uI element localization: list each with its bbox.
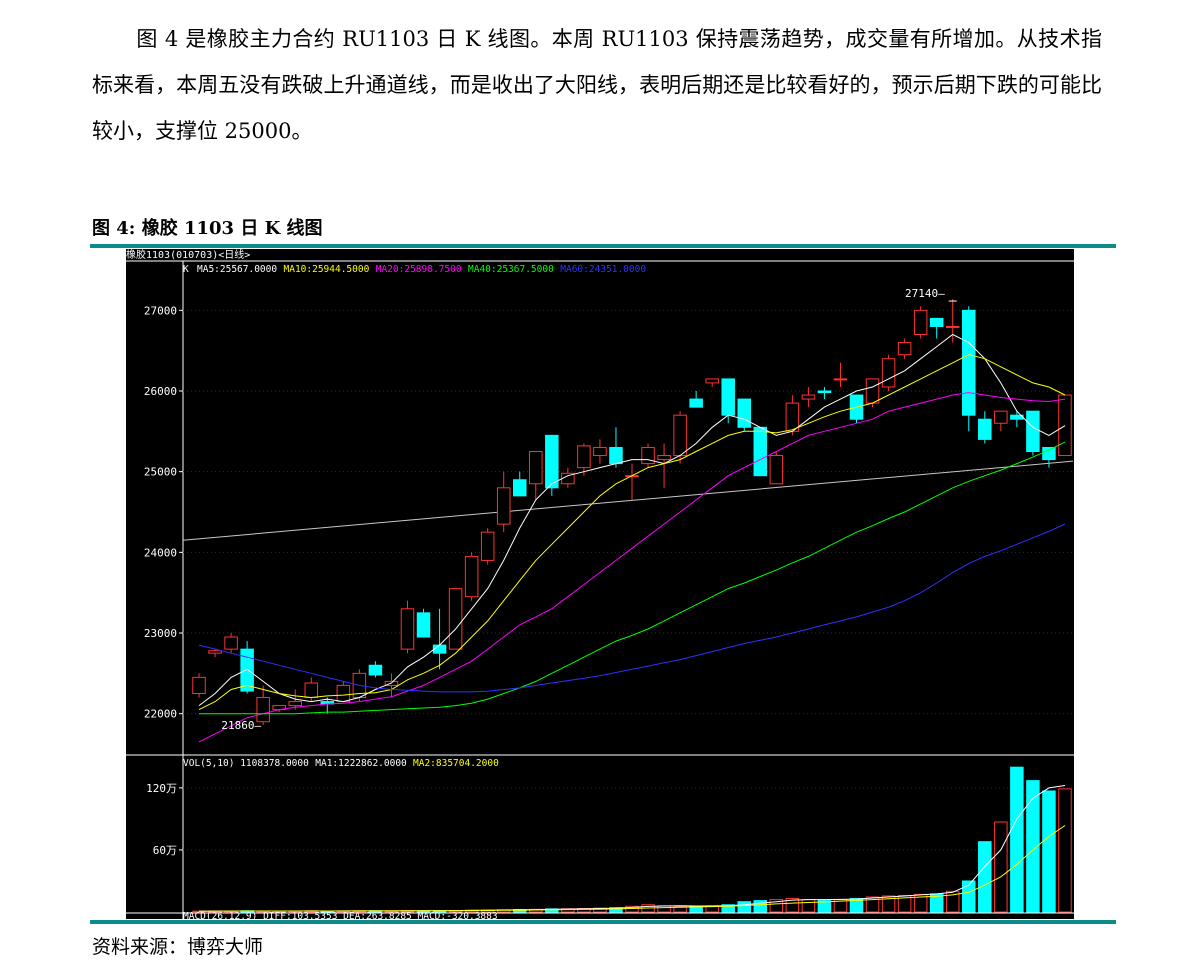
candle-body-14	[416, 612, 431, 638]
candle-body-3	[240, 648, 254, 692]
candle-body-37	[785, 402, 800, 432]
candle-body-32	[705, 378, 719, 384]
candle-body-1	[208, 650, 222, 654]
volume-bar-54	[1058, 788, 1072, 913]
ma-line-ma60	[198, 523, 1066, 693]
candle-body-18	[480, 531, 495, 561]
candle-body-36	[769, 455, 784, 485]
indicator-label-3: MA40:25367.5000	[468, 264, 554, 275]
price-tick-label-4: 26000	[144, 385, 177, 398]
candle-body-20	[512, 479, 527, 497]
candle-body-54	[1058, 394, 1072, 457]
candle-body-48	[962, 309, 976, 416]
volume-label: VOL(5,10) 1108378.0000	[183, 758, 309, 769]
candle-body-22	[545, 434, 559, 489]
candle-body-38	[801, 394, 816, 400]
candle-body-47	[945, 325, 960, 328]
candle-body-33	[721, 378, 735, 416]
candle-body-53	[1042, 446, 1056, 461]
candle-body-50	[994, 410, 1008, 424]
volume-ma1-label: MA1:1222862.0000	[315, 758, 407, 769]
chart-frame	[125, 248, 1075, 920]
candle-body-29	[657, 455, 671, 461]
indicator-label-2: MA20:25898.7500	[376, 264, 462, 275]
source-note: 资料来源：博弈大师	[92, 936, 264, 958]
figure-title: 图 4: 橡胶 1103 日 K 线图	[92, 218, 323, 239]
candle-body-11	[368, 664, 383, 676]
price-tick-label-0: 22000	[144, 708, 177, 721]
support-channel-line	[182, 460, 1074, 541]
candle-body-21	[529, 451, 543, 485]
candle-body-35	[753, 426, 768, 477]
price-tick-label-5: 27000	[144, 304, 177, 317]
kline-chart: 橡胶1103(010703)<日线> K MA5:25567.0000 MA10:25…	[125, 248, 1075, 920]
candle-body-0	[192, 676, 206, 695]
candle-body-6	[288, 701, 302, 707]
low-annotation: 21860—	[221, 719, 261, 732]
candle-body-7	[304, 682, 319, 699]
indicator-prefix: K	[183, 264, 189, 275]
candle-body-52	[1026, 410, 1040, 453]
price-tick-label-3: 25000	[144, 466, 177, 479]
indicator-label-1: MA10:25944.5000	[284, 264, 370, 275]
candle-body-24	[577, 445, 591, 469]
candle-body-44	[897, 342, 912, 356]
candle-body-30	[673, 414, 687, 457]
volume-bar-38	[801, 899, 816, 913]
candle-body-40	[833, 378, 848, 381]
volume-bar-50	[994, 821, 1008, 913]
ma-line-ma10	[198, 354, 1066, 711]
intro-paragraph: 图 4 是橡胶主力合约 RU1103 日 K 线图。本周 RU1103 保持震荡…	[92, 27, 1102, 143]
volume-ma2-label: MA2:835704.2000	[413, 758, 499, 769]
candle-body-9	[336, 684, 351, 703]
candle-body-42	[865, 378, 880, 404]
figure-bottom-rule	[90, 920, 1116, 924]
candle-body-2	[224, 636, 238, 650]
volume-tick-label-1: 120万	[146, 782, 177, 795]
price-tick-label-2: 24000	[144, 546, 177, 559]
candle-body-43	[881, 358, 896, 388]
price-tick-label-1: 23000	[144, 627, 177, 640]
high-annotation: 27140—	[905, 287, 945, 300]
volume-bar-29	[657, 905, 671, 913]
macd-label: MACD(26,12,9) DIFF:103.5353 DEA:263.8285…	[183, 911, 498, 920]
volume-ma1-line	[198, 785, 1066, 912]
candle-body-45	[913, 309, 928, 336]
chart-title: 橡胶1103(010703)<日线>	[126, 248, 250, 261]
candle-body-13	[400, 608, 415, 650]
candle-body-17	[464, 555, 479, 598]
volume-bar-49	[978, 841, 992, 913]
candle-body-39	[817, 390, 832, 394]
candle-body-34	[737, 398, 752, 428]
candle-body-31	[689, 398, 703, 408]
kline-chart-svg: 橡胶1103(010703)<日线> K MA5:25567.0000 MA10:25…	[125, 248, 1075, 920]
volume-tick-label-0: 60万	[153, 844, 177, 857]
candle-body-46	[929, 317, 944, 327]
volume-bar-53	[1042, 790, 1056, 913]
candle-body-16	[448, 588, 463, 650]
candle-body-25	[593, 446, 607, 457]
indicator-label-4: MA60:24351.0000	[560, 264, 646, 275]
volume-bar-34	[737, 901, 752, 913]
candle-body-26	[609, 446, 623, 465]
ma-line-ma20	[198, 392, 1066, 743]
indicator-label-0: MA5:25567.0000	[197, 264, 277, 275]
volume-bar-51	[1010, 766, 1024, 913]
candle-body-49	[978, 418, 992, 440]
candle-body-15	[432, 644, 447, 654]
candle-body-19	[496, 487, 511, 525]
ma-line-ma5	[198, 333, 1066, 706]
